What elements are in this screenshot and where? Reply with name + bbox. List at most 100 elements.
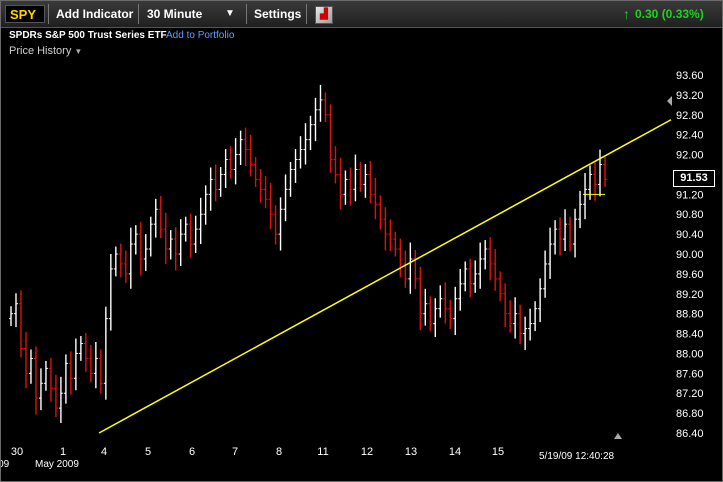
add-to-portfolio-link[interactable]: Add to Portfolio [166,28,234,44]
ohlc-bar [218,166,223,197]
ohlc-bar [453,286,458,336]
ohlc-bar [548,227,553,279]
x-tick-label: 11 [317,446,328,458]
ohlc-bar [253,157,258,187]
ohlc-bar [523,316,528,350]
x-tick-label: 12 [361,446,373,458]
x-tick-label: 7 [232,446,238,458]
ohlc-bar [138,222,143,276]
ohlc-bar [358,162,363,192]
ohlc-bar [18,290,23,358]
ohlc-bar [408,242,413,294]
ohlc-bar [458,268,463,311]
ohlc-bar [273,205,278,245]
y-tick-label: 86.40 [676,428,704,440]
ohlc-bar [148,216,153,257]
ohlc-bar [28,349,33,384]
y-tick-label: 89.60 [676,269,704,281]
x-tick-label: 8 [276,446,282,458]
ohlc-bar [63,354,68,404]
ohlc-bar [43,360,48,391]
ohlc-bar [68,351,73,395]
ohlc-bar [568,216,573,252]
ohlc-bar [308,115,313,151]
ohlc-bar [113,246,118,277]
settings-button[interactable]: Settings [254,1,301,27]
ohlc-bar [533,301,538,332]
ohlc-bar [353,154,358,202]
ohlc-bar [398,238,403,278]
scroll-up-icon[interactable] [667,96,672,106]
ohlc-bar [258,168,263,203]
y-tick-label: 89.20 [676,289,704,301]
ohlc-bar [293,149,298,183]
ohlc-bar [538,278,543,323]
ohlc-bar [438,285,443,318]
ohlc-bar [33,346,38,415]
ohlc-bar [118,243,123,278]
ohlc-bar [573,208,578,258]
up-arrow-icon: ↑ [623,6,630,22]
x-tick-label: 5 [145,446,151,458]
ohlc-bar [393,231,398,257]
y-tick-label: 88.40 [676,329,704,341]
ohlc-bar [213,164,218,202]
y-axis-labels: 93.6093.2092.8092.4092.0091.6091.2090.80… [676,70,704,440]
ohlc-bar [363,164,368,198]
ohlc-bar [493,249,498,291]
chart-icon[interactable]: ▟ [315,6,333,24]
ohlc-bar [428,296,433,332]
y-tick-label: 88.80 [676,309,704,321]
month-label: May 2009 [35,459,79,470]
ohlc-bar [403,250,408,288]
add-indicator-button[interactable]: Add Indicator [56,1,133,27]
y-tick-label: 90.40 [676,229,704,241]
ohlc-bar [108,254,113,331]
ohlc-bar [58,376,63,424]
ohlc-bar [578,190,583,229]
ohlc-bar [133,225,138,255]
scroll-down-icon[interactable] [614,433,622,439]
ohlc-bar [98,349,103,394]
chevron-down-icon: ▼ [74,47,83,56]
ohlc-bar [558,217,563,256]
ohlc-bar [103,306,108,400]
ohlc-bar [338,158,343,210]
x-tick-label: 1 [60,446,66,458]
chart-window: 93.6093.2092.8092.4092.0091.6091.2090.80… [0,0,723,482]
ohlc-bar [298,136,303,169]
ohlc-bar [323,92,328,123]
ohlc-bar [188,213,193,258]
y-tick-label: 92.40 [676,130,704,142]
ohlc-bar [328,104,333,173]
y-tick-label: 92.80 [676,110,704,122]
ohlc-bar [368,161,373,204]
price-history-menu[interactable]: Price History ▼ [9,44,82,58]
ohlc-bar [278,197,283,251]
price-chart[interactable]: 93.6093.2092.8092.4092.0091.6091.2090.80… [1,1,722,481]
ohlc-bar [388,219,393,252]
ohlc-bar [9,306,13,327]
ohlc-bar [448,299,453,330]
ohlc-bar [208,167,213,211]
ohlc-bar [203,185,208,225]
ohlc-bar [193,215,198,254]
y-tick-label: 87.60 [676,368,704,380]
last-price-badge: 91.53 [673,170,715,187]
ohlc-bar [313,97,318,142]
ohlc-bar [593,162,598,201]
ohlc-bar [433,298,438,338]
change-text: 0.30 (0.33%) [635,7,704,21]
ticker-symbol-input[interactable]: SPY [5,5,45,23]
ohlc-bar [513,297,518,339]
ohlc-bar [48,357,53,402]
ohlc-bar [153,198,158,238]
interval-select[interactable]: 30 Minute [147,1,202,27]
toolbar: SPY Add Indicator 30 Minute ▼ Settings ▟… [1,1,722,28]
x-tick-label: 13 [405,446,417,458]
ohlc-bar [478,242,483,289]
ohlc-bar [128,227,133,289]
ohlc-bar [383,207,388,251]
ohlc-bar [123,250,128,283]
chevron-down-icon[interactable]: ▼ [225,1,235,27]
